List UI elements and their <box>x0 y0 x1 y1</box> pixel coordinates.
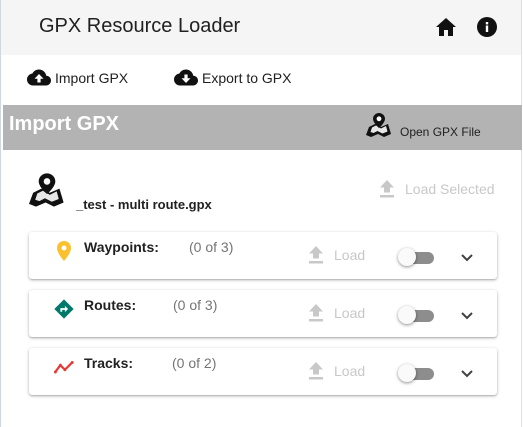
location-pin-icon <box>54 239 74 263</box>
cloud-upload-icon <box>27 69 51 86</box>
tracks-card: Tracks: (0 of 2) Load <box>29 348 497 395</box>
app-window: GPX Resource Loader Import GPX Export to… <box>0 0 522 427</box>
import-gpx-label: Import GPX <box>55 70 129 86</box>
directions-icon <box>54 297 74 321</box>
import-gpx-button[interactable]: Import GPX <box>27 69 128 87</box>
chevron-down-icon <box>461 370 473 378</box>
routes-label: Routes: <box>84 297 137 313</box>
home-icon <box>436 18 456 36</box>
open-gpx-file-label: Open GPX File <box>400 125 481 139</box>
routes-load-label: Load <box>334 305 366 321</box>
routes-load-button[interactable]: Load <box>308 304 365 322</box>
load-selected-label: Load Selected <box>405 181 495 197</box>
tracks-load-button[interactable]: Load <box>308 362 365 380</box>
toggle-thumb <box>398 248 416 266</box>
waypoints-load-button[interactable]: Load <box>308 246 365 264</box>
map-marker-icon <box>29 173 64 207</box>
chevron-down-icon <box>461 254 473 262</box>
tracks-toggle[interactable] <box>398 364 434 382</box>
load-selected-button[interactable]: Load Selected <box>379 180 495 198</box>
waypoints-expand-button[interactable] <box>459 250 475 266</box>
import-section-header: Import GPX Open GPX File <box>3 105 522 150</box>
waypoints-label: Waypoints: <box>84 239 159 255</box>
upload-icon <box>309 362 323 380</box>
app-bar: GPX Resource Loader <box>1 0 521 55</box>
info-icon <box>477 17 497 37</box>
toggle-thumb <box>398 364 416 382</box>
track-line-icon <box>54 355 74 379</box>
routes-card: Routes: (0 of 3) Load <box>29 290 497 337</box>
routes-count: (0 of 3) <box>173 297 218 313</box>
info-button[interactable] <box>476 16 498 38</box>
toolbar: Import GPX Export to GPX <box>1 55 521 105</box>
upload-icon <box>309 246 323 264</box>
gpx-file-row: _test - multi route.gpx Load Selected <box>29 172 499 216</box>
open-gpx-file-button[interactable]: Open GPX File <box>366 113 481 139</box>
export-gpx-label: Export to GPX <box>202 70 292 86</box>
tracks-label: Tracks: <box>84 355 134 371</box>
waypoints-count: (0 of 3) <box>189 239 234 255</box>
routes-toggle[interactable] <box>398 306 434 324</box>
export-gpx-button[interactable]: Export to GPX <box>174 69 291 87</box>
chevron-down-icon <box>461 312 473 320</box>
upload-icon <box>380 180 394 198</box>
toggle-thumb <box>398 306 416 324</box>
routes-expand-button[interactable] <box>459 308 475 324</box>
map-marker-icon <box>366 113 391 137</box>
waypoints-toggle[interactable] <box>398 248 434 266</box>
home-button[interactable] <box>435 16 457 38</box>
tracks-count: (0 of 2) <box>172 355 217 371</box>
gpx-file-name: _test - multi route.gpx <box>76 197 212 212</box>
waypoints-card: Waypoints: (0 of 3) Load <box>29 232 497 279</box>
app-title: GPX Resource Loader <box>39 15 241 37</box>
tracks-load-label: Load <box>334 363 366 379</box>
cloud-download-icon <box>174 69 198 86</box>
upload-icon <box>309 304 323 322</box>
tracks-expand-button[interactable] <box>459 366 475 382</box>
section-title: Import GPX <box>9 113 120 135</box>
waypoints-load-label: Load <box>334 247 366 263</box>
